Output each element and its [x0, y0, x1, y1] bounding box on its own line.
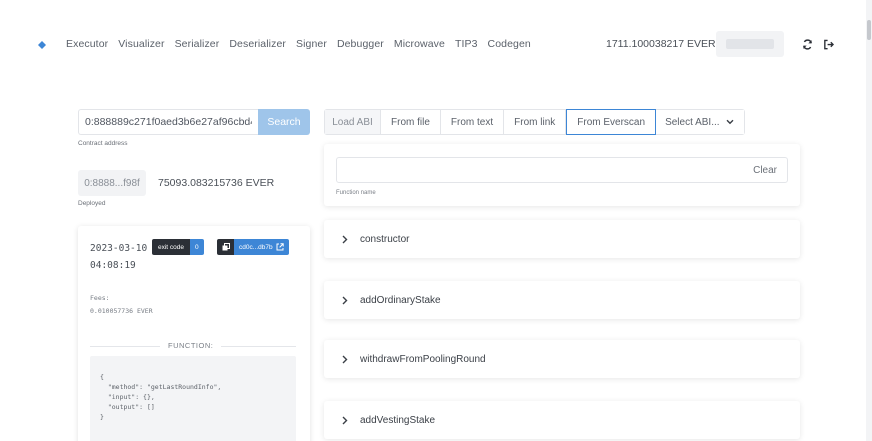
chevron-right-icon — [342, 416, 348, 424]
exit-code-key: exit code — [152, 239, 191, 255]
select-abi-dropdown[interactable]: Select ABI... — [655, 110, 744, 134]
select-abi-label: Select ABI... — [665, 116, 720, 128]
logout-button[interactable] — [817, 31, 839, 57]
contract-address-input[interactable] — [78, 109, 258, 135]
contract-balance: 75093.083215736 EVER — [158, 177, 275, 189]
tab-from-file[interactable]: From file — [381, 110, 441, 134]
method-item-constructor[interactable]: constructor — [324, 220, 800, 258]
main-nav: Executor Visualizer Serializer Deseriali… — [66, 38, 541, 50]
tab-from-everscan[interactable]: From Everscan — [566, 109, 657, 135]
refresh-icon — [802, 38, 812, 50]
transaction-date: 2023-03-10 — [90, 243, 148, 254]
fees-value: 0.010057736 EVER — [90, 307, 153, 315]
search-button[interactable]: Search — [258, 109, 310, 135]
nav-tip3[interactable]: TIP3 — [455, 38, 478, 50]
exit-code-value: 0 — [190, 239, 204, 255]
method-item-addordinarystake[interactable]: addOrdinaryStake — [324, 281, 800, 319]
method-name: constructor — [360, 233, 410, 245]
function-filter-card: Clear Function name — [324, 144, 800, 206]
nav-codegen[interactable]: Codegen — [488, 38, 531, 50]
header: Executor Visualizer Serializer Deseriali… — [0, 0, 866, 86]
status-label: Deployed — [78, 200, 106, 207]
logout-icon — [823, 39, 834, 49]
account-address[interactable] — [716, 31, 784, 57]
nav-visualizer[interactable]: Visualizer — [118, 38, 164, 50]
transaction-datetime: 2023-03-10 04:08:19 — [90, 240, 150, 274]
account-address-masked — [726, 39, 774, 49]
tab-from-link[interactable]: From link — [504, 110, 567, 134]
function-section-title: FUNCTION: — [160, 341, 222, 350]
method-item-addvestingstake[interactable]: addVestingStake — [324, 401, 800, 439]
transaction-hash: cd0c...db7b — [239, 243, 273, 251]
copy-button[interactable] — [217, 239, 234, 255]
chevron-right-icon — [342, 296, 348, 304]
transaction-hash-link[interactable]: cd0c...db7b — [234, 239, 289, 255]
abi-source-tabs: Load ABI From file From text From link F… — [324, 109, 745, 135]
contract-address-label: Contract address — [78, 140, 128, 147]
external-link-icon — [276, 243, 284, 251]
method-name: withdrawFromPoolingRound — [360, 353, 486, 365]
fees-label: Fees: — [90, 294, 110, 302]
nav-signer[interactable]: Signer — [296, 38, 327, 50]
scrollbar-thumb[interactable] — [867, 20, 871, 40]
nav-executor[interactable]: Executor — [66, 38, 108, 50]
method-name: addVestingStake — [360, 414, 436, 426]
copy-icon — [222, 243, 230, 251]
short-address-chip[interactable]: 0:8888...f98f — [78, 170, 146, 196]
transaction-hash-badge[interactable]: cd0c...db7b — [217, 239, 289, 255]
exit-code-badge: exit code 0 — [152, 239, 204, 255]
nav-deserializer[interactable]: Deserializer — [229, 38, 286, 50]
nav-serializer[interactable]: Serializer — [175, 38, 220, 50]
method-name: addOrdinaryStake — [360, 294, 441, 306]
transaction-time: 04:08:19 — [90, 260, 136, 271]
page: Executor Visualizer Serializer Deseriali… — [0, 0, 866, 441]
logo-icon[interactable] — [38, 41, 46, 49]
chevron-right-icon — [342, 235, 348, 243]
method-item-withdrawfrompoolinground[interactable]: withdrawFromPoolingRound — [324, 340, 800, 378]
page-scrollbar[interactable] — [866, 0, 872, 441]
chevron-right-icon — [342, 355, 348, 363]
transaction-card: 2023-03-10 04:08:19 exit code 0 cd0c...d… — [78, 226, 310, 441]
function-name-label: Function name — [336, 190, 376, 196]
function-code-block: { "method": "getLastRoundInfo", "input":… — [90, 356, 296, 441]
function-name-input[interactable]: Clear — [336, 157, 788, 183]
clear-button[interactable]: Clear — [753, 165, 777, 176]
refresh-button[interactable] — [796, 31, 818, 57]
tab-from-text[interactable]: From text — [440, 110, 505, 134]
tab-load-abi[interactable]: Load ABI — [325, 110, 381, 134]
wallet-balance: 1711.100038217 EVER — [606, 38, 716, 50]
nav-debugger[interactable]: Debugger — [337, 38, 384, 50]
chevron-down-icon — [726, 119, 734, 125]
nav-microwave[interactable]: Microwave — [394, 38, 445, 50]
